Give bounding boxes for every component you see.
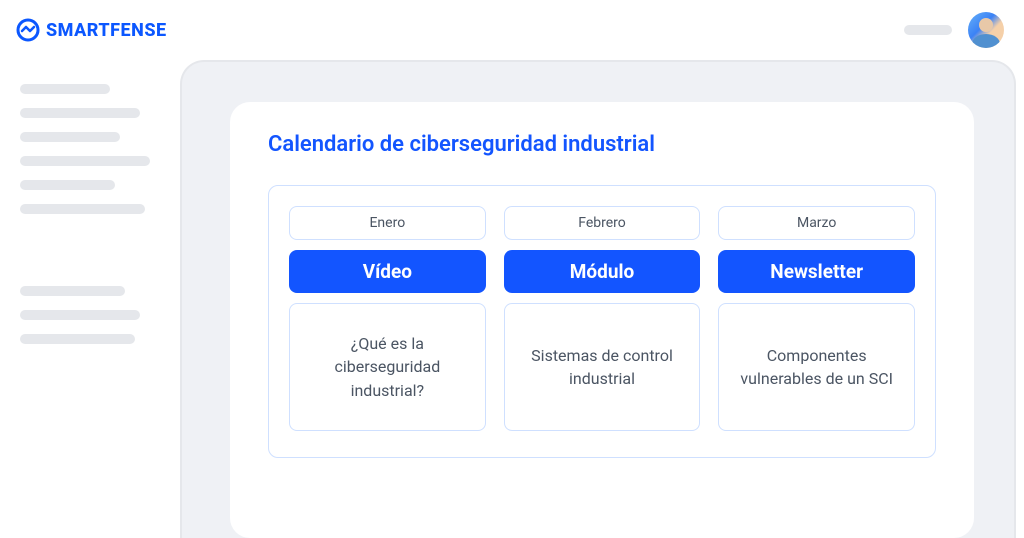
topic-cell[interactable]: ¿Qué es la ciberseguridad industrial? [289,303,486,431]
topbar-right [904,12,1004,48]
sidebar-item[interactable] [20,286,125,296]
calendar-column: Enero Vídeo ¿Qué es la ciberseguridad in… [289,206,486,431]
sidebar-item[interactable] [20,84,110,94]
sidebar-item[interactable] [20,180,115,190]
topbar-placeholder [904,25,952,35]
sidebar-group-1 [20,84,160,214]
brand-logo-icon [16,18,40,42]
topbar: SMARTFENSE [0,0,1024,60]
calendar-box: Enero Vídeo ¿Qué es la ciberseguridad in… [268,185,936,458]
type-cell[interactable]: Módulo [504,250,701,293]
sidebar-item[interactable] [20,310,140,320]
avatar[interactable] [968,12,1004,48]
month-cell[interactable]: Marzo [718,206,915,240]
app-root: SMARTFENSE Calend [0,0,1024,538]
calendar-columns: Enero Vídeo ¿Qué es la ciberseguridad in… [289,206,915,431]
month-cell[interactable]: Enero [289,206,486,240]
page-title: Calendario de ciberseguridad industrial [268,132,936,157]
topic-cell[interactable]: Sistemas de control industrial [504,303,701,431]
type-cell[interactable]: Vídeo [289,250,486,293]
sidebar-item[interactable] [20,108,140,118]
type-cell[interactable]: Newsletter [718,250,915,293]
sidebar-group-2 [20,286,160,344]
calendar-column: Febrero Módulo Sistemas de control indus… [504,206,701,431]
month-cell[interactable]: Febrero [504,206,701,240]
calendar-column: Marzo Newsletter Componentes vulnerables… [718,206,915,431]
sidebar-gap [20,230,160,270]
body: Calendario de ciberseguridad industrial … [0,60,1024,538]
sidebar-item[interactable] [20,334,135,344]
content-card: Calendario de ciberseguridad industrial … [230,102,974,538]
brand-name: SMARTFENSE [46,20,167,41]
sidebar-item[interactable] [20,156,150,166]
main-frame: Calendario de ciberseguridad industrial … [180,60,1016,538]
topic-cell[interactable]: Componentes vulnerables de un SCI [718,303,915,431]
brand-logo[interactable]: SMARTFENSE [16,18,167,42]
sidebar-item[interactable] [20,132,120,142]
sidebar-item[interactable] [20,204,145,214]
sidebar [0,60,180,538]
